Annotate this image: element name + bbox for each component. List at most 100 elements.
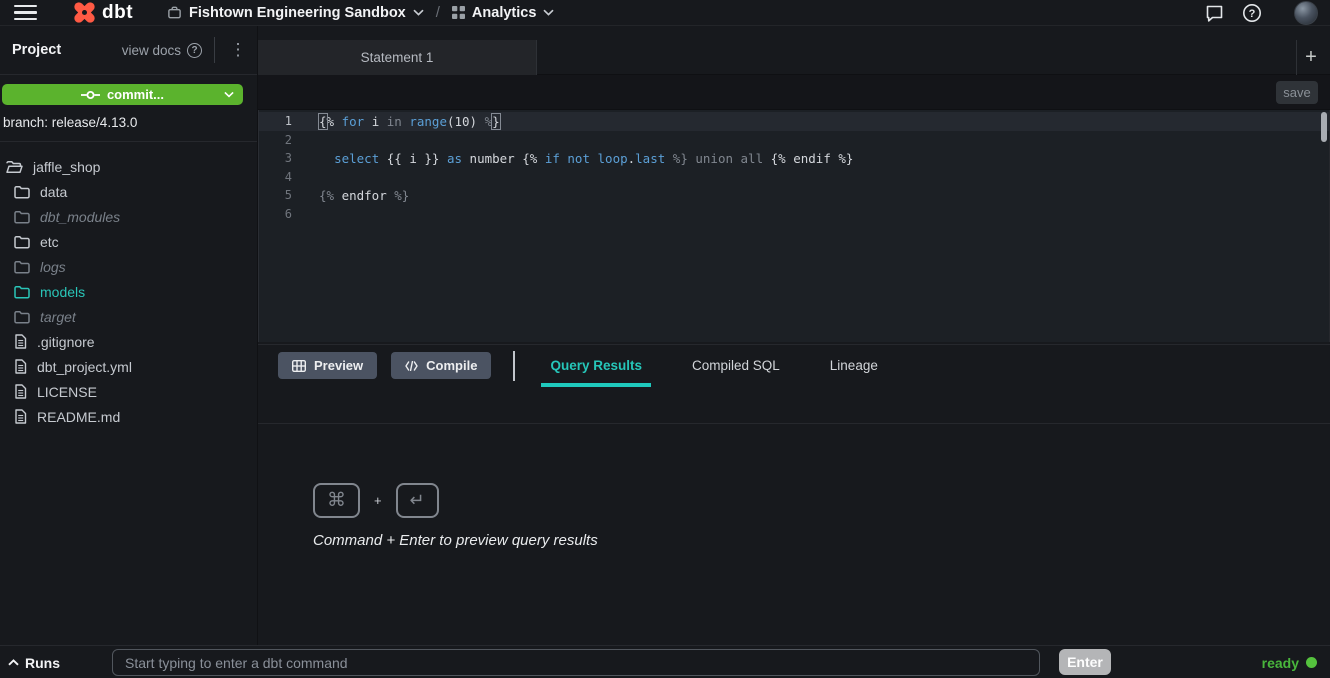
line-number: 5 <box>259 188 305 202</box>
file-icon <box>14 384 27 399</box>
results-tabs: Query Results Compiled SQL Lineage <box>541 345 886 387</box>
tab-query-results[interactable]: Query Results <box>541 345 651 387</box>
tab-statement-1[interactable]: Statement 1 <box>258 40 537 75</box>
editor-tab-bar: Statement 1 + <box>258 26 1330 75</box>
new-tab-button[interactable]: + <box>1297 40 1325 75</box>
tree-item-label: jaffle_shop <box>33 159 100 175</box>
code-line-text: {% endfor %} <box>305 188 409 203</box>
tab-compiled-sql[interactable]: Compiled SQL <box>683 345 789 387</box>
tree-item-etc[interactable]: etc <box>0 229 257 254</box>
chevron-down-icon[interactable] <box>224 91 234 98</box>
code-editor[interactable]: 1{% for i in range(10) %} 2 3 select {{ i … <box>258 110 1330 342</box>
file-tree: jaffle_shopdatadbt_modulesetc logs models t… <box>0 154 257 429</box>
sidebar-divider <box>0 141 257 142</box>
runs-toggle[interactable]: Runs <box>8 646 60 678</box>
plus-separator: + <box>374 493 382 508</box>
hamburger-menu-icon[interactable] <box>14 5 37 20</box>
dbt-logo: dbt <box>73 1 133 24</box>
tree-item-label: target <box>40 309 76 325</box>
save-button[interactable]: save <box>1276 81 1318 104</box>
project-selector[interactable]: Fishtown Engineering Sandbox <box>167 5 424 21</box>
editor-toolbar: save <box>258 75 1330 110</box>
user-avatar[interactable] <box>1294 1 1318 25</box>
editor-scrollbar[interactable] <box>1321 112 1327 142</box>
tree-item-dbt_modules[interactable]: dbt_modules <box>0 204 257 229</box>
help-icon[interactable]: ? <box>1242 3 1262 23</box>
results-divider <box>258 423 1330 424</box>
chat-icon[interactable] <box>1205 4 1224 22</box>
folder-icon <box>14 185 30 199</box>
project-selector-label: Fishtown Engineering Sandbox <box>189 5 406 21</box>
bottom-bar: Runs Enter ready <box>0 645 1330 678</box>
top-bar: dbt Fishtown Engineering Sandbox / Analy… <box>0 0 1330 26</box>
svg-text:?: ? <box>1249 8 1256 20</box>
header-divider <box>214 37 215 63</box>
folder-open-icon <box>6 160 23 174</box>
code-line[interactable]: 3 select {{ i }} as number {% if not loo… <box>259 149 1329 168</box>
enter-button[interactable]: Enter <box>1059 649 1111 675</box>
toolbar-divider <box>513 351 515 381</box>
line-number: 1 <box>259 114 305 128</box>
folder-icon <box>14 235 30 249</box>
results-toolbar: Preview Compile Query Results Compiled SQ… <box>258 344 1330 386</box>
dbt-logo-icon <box>73 1 96 24</box>
tree-item-label: logs <box>40 259 66 275</box>
tree-item-label: LICENSE <box>37 384 97 400</box>
code-line[interactable]: 6 <box>259 205 1329 224</box>
tree-item-README.md[interactable]: README.md <box>0 404 257 429</box>
tree-item-data[interactable]: data <box>0 179 257 204</box>
file-icon <box>14 409 27 424</box>
sidebar: Project view docs ? ⋮ commit... branch: … <box>0 26 258 645</box>
command-key-icon: ⌘ <box>313 483 360 518</box>
line-number: 4 <box>259 170 305 184</box>
tree-item-LICENSE[interactable]: LICENSE <box>0 379 257 404</box>
tree-item-.gitignore[interactable]: .gitignore <box>0 329 257 354</box>
tree-item-logs[interactable]: logs <box>0 254 257 279</box>
workspace-selector[interactable]: Analytics <box>452 5 554 21</box>
sidebar-title: Project <box>12 42 61 58</box>
tree-item-label: etc <box>40 234 59 250</box>
folder-icon <box>14 210 30 224</box>
breadcrumb-separator: / <box>436 4 440 21</box>
kebab-menu-icon[interactable]: ⋮ <box>225 40 251 60</box>
line-number: 6 <box>259 207 305 221</box>
folder-icon <box>14 310 30 324</box>
dbt-command-input[interactable] <box>112 649 1040 676</box>
status-indicator: ready <box>1262 646 1317 678</box>
chevron-down-icon <box>413 9 424 16</box>
preview-button[interactable]: Preview <box>278 352 377 379</box>
chevron-down-icon <box>543 9 554 16</box>
compile-button-label: Compile <box>426 358 477 373</box>
tree-item-target[interactable]: target <box>0 304 257 329</box>
dbt-logo-text: dbt <box>102 2 133 24</box>
git-commit-icon <box>81 90 100 100</box>
tree-item-models[interactable]: models <box>0 279 257 304</box>
compile-button[interactable]: Compile <box>391 352 491 379</box>
shortcut-hint-block: ⌘ + ↵ Command + Enter to preview query r… <box>313 483 598 549</box>
question-circle-icon: ? <box>187 43 202 58</box>
folder-icon <box>14 285 30 299</box>
tab-lineage[interactable]: Lineage <box>821 345 887 387</box>
table-icon <box>292 360 306 372</box>
return-key-icon: ↵ <box>396 483 439 518</box>
tree-item-jaffle_shop[interactable]: jaffle_shop <box>0 154 257 179</box>
tree-item-label: README.md <box>37 409 120 425</box>
code-line[interactable]: 5{% endfor %} <box>259 186 1329 205</box>
preview-button-label: Preview <box>314 358 363 373</box>
line-number: 3 <box>259 151 305 165</box>
editor-region: Statement 1 + save 1{% for i in range(10… <box>258 26 1330 645</box>
tree-item-dbt_project.yml[interactable]: dbt_project.yml <box>0 354 257 379</box>
chevron-up-icon <box>8 659 19 666</box>
commit-button[interactable]: commit... <box>2 84 243 105</box>
tree-item-label: models <box>40 284 85 300</box>
code-line[interactable]: 1{% for i in range(10) %} <box>259 112 1329 131</box>
workspace-selector-label: Analytics <box>472 5 536 21</box>
code-line[interactable]: 2 <box>259 131 1329 150</box>
code-line[interactable]: 4 <box>259 168 1329 187</box>
line-number: 2 <box>259 133 305 147</box>
status-label: ready <box>1262 655 1299 671</box>
tree-item-label: dbt_project.yml <box>37 359 132 375</box>
tab-label: Statement 1 <box>361 50 434 65</box>
code-lines: 1{% for i in range(10) %} 2 3 select {{ i … <box>259 112 1329 223</box>
view-docs-link[interactable]: view docs ? <box>122 43 202 58</box>
